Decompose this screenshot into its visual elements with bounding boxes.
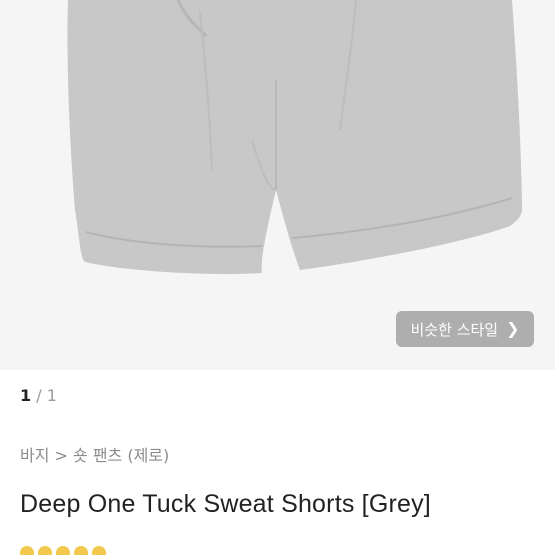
star-icon — [38, 546, 52, 555]
image-counter-total: 1 — [46, 386, 57, 405]
product-title: Deep One Tuck Sweat Shorts [Grey] — [20, 490, 431, 518]
similar-style-label: 비슷한 스타일 — [410, 320, 499, 339]
product-image[interactable]: 비슷한 스타일 ❯ — [0, 0, 555, 370]
star-icon — [56, 546, 70, 555]
star-icon — [74, 546, 88, 555]
image-counter: 1 / 1 — [20, 386, 57, 405]
similar-style-button[interactable]: 비슷한 스타일 ❯ — [396, 311, 534, 347]
image-counter-separator: / — [36, 386, 42, 405]
rating-stars — [20, 546, 106, 555]
chevron-right-icon: ❯ — [506, 319, 520, 338]
star-icon — [20, 546, 34, 555]
breadcrumb[interactable]: 바지 > 숏 팬츠 (제로) — [20, 442, 169, 466]
star-icon — [92, 546, 106, 555]
image-counter-current: 1 — [20, 386, 32, 405]
